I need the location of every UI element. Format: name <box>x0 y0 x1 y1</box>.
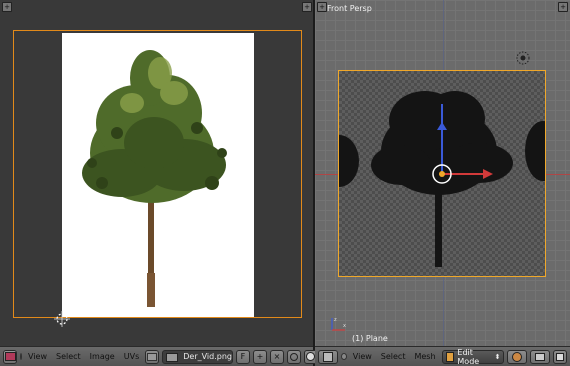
image-editor-icon <box>4 352 16 361</box>
edit-mode-icon <box>445 351 455 362</box>
axis-orientation-icon: x z <box>331 317 346 331</box>
svg-text:z: z <box>334 317 337 323</box>
menu-select[interactable]: Select <box>378 352 409 361</box>
pivot-point-icon <box>535 352 546 361</box>
pin-icon <box>289 352 298 361</box>
image-name-field[interactable]: Der_Vid.png <box>162 349 233 364</box>
pivot-point-button[interactable] <box>530 349 550 364</box>
2d-cursor-icon[interactable] <box>54 311 70 327</box>
uv-image-editor[interactable]: + + <box>0 0 313 346</box>
editor-type-button[interactable] <box>3 349 17 364</box>
menu-mesh[interactable]: Mesh <box>411 352 438 361</box>
header-collapse-icon[interactable] <box>340 353 347 360</box>
unlink-image-button[interactable]: × <box>269 349 284 364</box>
pin-image-button[interactable] <box>286 349 301 364</box>
image-thumbnail-icon <box>166 352 179 362</box>
area-split-corner[interactable]: + <box>302 2 312 12</box>
uv-editor-header: View Select Image UVs Der_Vid.png F + × <box>0 346 318 366</box>
mode-select-text: Edit Mode <box>457 347 480 366</box>
manipulator-toggle-button[interactable] <box>552 349 567 364</box>
manipulator-widget[interactable] <box>315 0 570 346</box>
3d-viewport[interactable]: + + Front Persp x z (1) Plane <box>315 0 570 346</box>
dropdown-arrow-icon: ⬍ <box>494 352 501 361</box>
3d-view-header: View Select Mesh Edit Mode ⬍ <box>315 346 570 366</box>
viewport-shading-button[interactable] <box>507 349 528 364</box>
tree-picture <box>82 50 227 307</box>
menu-view[interactable]: View <box>25 352 50 361</box>
mode-select[interactable]: Edit Mode ⬍ <box>441 347 505 366</box>
menu-uvs[interactable]: UVs <box>121 352 143 361</box>
shading-icon <box>512 351 523 362</box>
header-collapse-icon[interactable] <box>20 353 22 360</box>
image-name-text: Der_Vid.png <box>183 352 232 361</box>
3d-view-icon <box>322 351 333 362</box>
fake-user-button[interactable]: F <box>235 349 250 364</box>
menu-image[interactable]: Image <box>87 352 118 361</box>
image-icon <box>147 352 158 361</box>
editor-type-button[interactable] <box>318 349 338 364</box>
uv-image-bounds <box>13 30 302 318</box>
area-split-corner[interactable]: + <box>2 2 12 12</box>
manipulator-icon <box>555 352 564 361</box>
svg-text:x: x <box>343 323 346 329</box>
new-image-button[interactable]: + <box>252 349 267 364</box>
menu-select[interactable]: Select <box>53 352 84 361</box>
tree-image <box>62 33 254 317</box>
menu-view[interactable]: View <box>350 352 375 361</box>
active-object-label: (1) Plane <box>352 334 388 343</box>
image-browse-button[interactable] <box>145 349 160 364</box>
